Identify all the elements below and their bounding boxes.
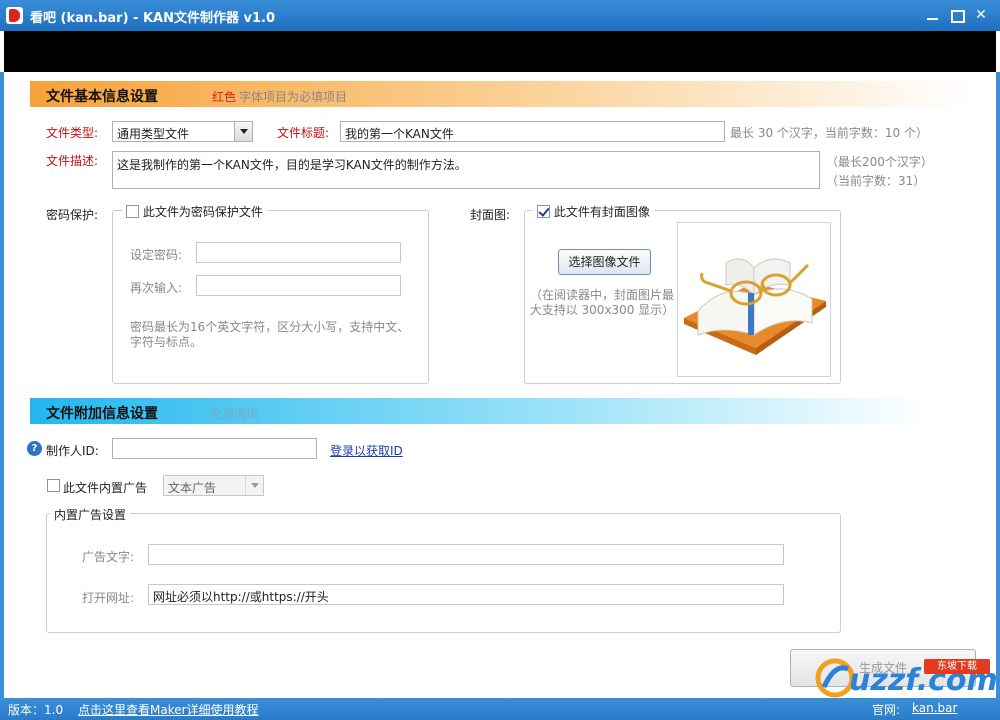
ad-checkbox-label[interactable]: 此文件内置广告 [63,479,147,496]
optional-note: 全部选填 [210,407,259,421]
minimize-icon[interactable] [922,5,944,25]
extra-section-title: 文件附加信息设置 [46,406,158,422]
watermark-logo: uzzf.com 东坡下载 [814,655,998,700]
password-checkbox-row[interactable]: 此文件为密码保护文件 [122,203,267,220]
close-icon[interactable]: ✕ [970,5,992,25]
maker-id-input[interactable] [112,438,317,459]
set-password-input[interactable] [196,242,401,263]
window-titlebar: 看吧 (kan.bar) - KAN文件制作器 v1.0 ✕ [0,0,1000,31]
file-desc-label: 文件描述: [46,154,99,168]
watermark-badge: 东坡下载 [924,659,990,674]
required-note-red: 红色 [212,90,237,104]
cover-hint: （在阅读器中，封面图片最大支持以 300x300 显示） [529,288,675,317]
help-icon[interactable]: ? [27,441,42,456]
site-link[interactable]: kan.bar [912,701,957,715]
ad-settings-groupbox [46,513,841,633]
help-tutorial-link[interactable]: 点击这里查看Maker详细使用教程 [78,701,259,718]
file-title-input[interactable]: 我的第一个KAN文件 [340,121,725,142]
chevron-down-icon[interactable] [245,476,263,495]
set-password-label: 设定密码: [130,248,183,262]
file-title-value: 我的第一个KAN文件 [345,127,454,141]
file-type-value: 通用类型文件 [117,127,190,141]
select-image-button[interactable]: 选择图像文件 [558,249,651,275]
ad-type-select[interactable]: 文本广告 [163,475,264,496]
chevron-down-icon[interactable] [234,122,252,141]
required-note: 字体项目为必填项目 [239,90,348,104]
ad-url-label: 打开网址: [82,591,135,605]
statusbar: 版本：1.0 点击这里查看Maker详细使用教程 官网: kan.bar [0,698,1000,720]
ad-text-input[interactable] [148,544,784,565]
password-groupbox [112,210,429,384]
header-banner [4,31,996,72]
ad-text-label: 广告文字: [82,550,135,564]
extra-section-header: 文件附加信息设置 全部选填 [30,398,930,424]
desc-max-hint: （最长200个汉字） [826,155,933,169]
file-title-hint: 最长 30 个汉字，当前字数：10 个） [730,126,928,140]
ad-settings-title: 内置广告设置 [50,506,131,523]
basic-section-title: 文件基本信息设置 [46,89,158,105]
maximize-icon[interactable] [946,5,968,25]
open-book-glasses-icon [684,258,826,355]
desc-count-hint: （当前字数：31） [826,174,926,188]
confirm-password-label: 再次输入: [130,281,183,295]
file-desc-value: 这是我制作的第一个KAN文件，目的是学习KAN文件的制作方法。 [117,158,467,172]
ad-type-value: 文本广告 [168,481,217,495]
file-desc-textarea[interactable]: 这是我制作的第一个KAN文件，目的是学习KAN文件的制作方法。 [112,151,820,189]
file-type-select[interactable]: 通用类型文件 [112,121,253,142]
file-title-label: 文件标题: [277,126,330,140]
ad-url-input[interactable]: 网址必须以http://或https://开头 [148,584,784,605]
window-title: 看吧 (kan.bar) - KAN文件制作器 v1.0 [30,11,276,26]
confirm-password-input[interactable] [196,275,401,296]
app-logo-icon [6,7,23,24]
password-checkbox-label[interactable]: 此文件为密码保护文件 [143,205,263,219]
maker-id-label: 制作人ID: [46,444,99,458]
ad-checkbox[interactable] [47,479,60,492]
cover-checkbox[interactable] [537,205,550,218]
password-hint: 密码最长为16个英文字符，区分大小写，支持中文、字符与标点。 [130,320,410,349]
cover-checkbox-row[interactable]: 此文件有封面图像 [533,203,654,220]
password-label: 密码保护: [46,208,99,222]
cover-checkbox-label[interactable]: 此文件有封面图像 [554,205,650,219]
login-link[interactable]: 登录以获取ID [330,442,403,459]
cover-image [677,222,831,377]
password-checkbox[interactable] [126,205,139,218]
file-type-label: 文件类型: [46,126,99,140]
basic-section-header: 文件基本信息设置 红色 字体项目为必填项目 [30,81,970,107]
site-label: 官网: [872,703,901,717]
version-text: 版本：1.0 [8,703,64,717]
cover-label: 封面图: [470,208,511,222]
